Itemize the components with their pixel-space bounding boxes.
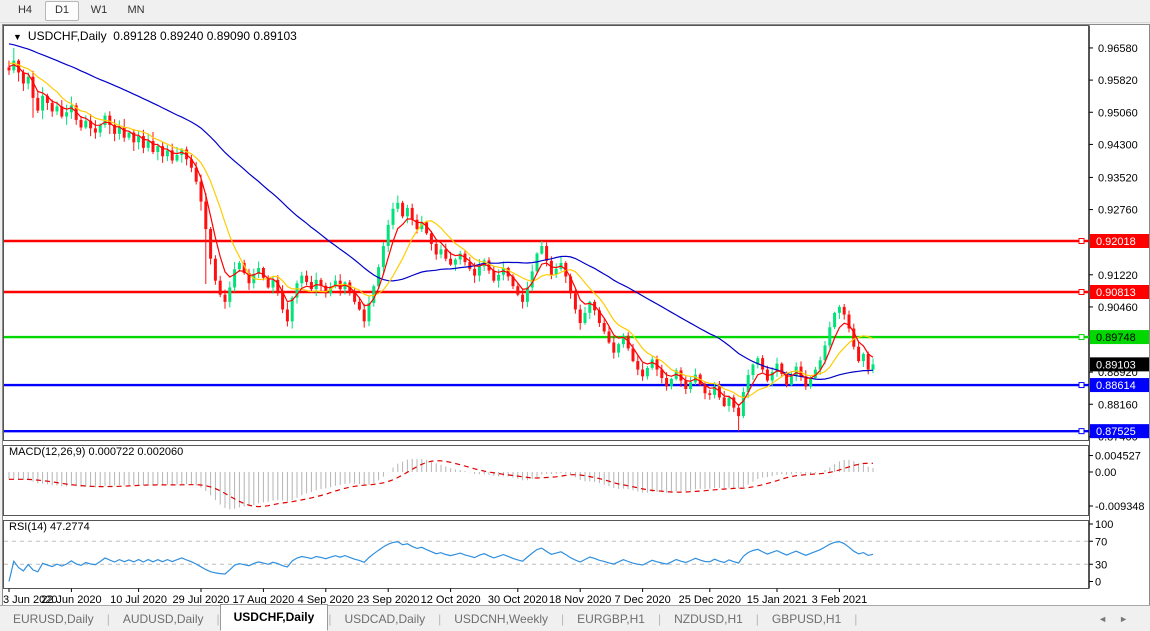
svg-text:23 Sep 2020: 23 Sep 2020 [357, 594, 419, 605]
timeframe-button-w1[interactable]: W1 [82, 1, 116, 21]
svg-text:0.95820: 0.95820 [1098, 75, 1138, 87]
level-handle[interactable] [1079, 335, 1084, 340]
macd-indicator-label: MACD(12,26,9) 0.000722 0.002060 [9, 446, 183, 458]
chart-tab-nzdusd[interactable]: NZDUSD,H1 [661, 607, 756, 631]
svg-text:15 Jan 2021: 15 Jan 2021 [747, 594, 808, 605]
level-handle[interactable] [1079, 289, 1084, 294]
svg-text:0.93520: 0.93520 [1098, 172, 1138, 184]
rsi-indicator-label: RSI(14) 47.2774 [9, 521, 90, 533]
svg-text:0: 0 [1095, 577, 1101, 589]
mt4-window: H4D1W1MN 0.965800.958200.950600.943000.9… [0, 0, 1150, 631]
chart-tab-gbpusd[interactable]: GBPUSD,H1 [759, 607, 854, 631]
macd-layer [9, 459, 873, 509]
chart-menu-icon[interactable]: ▼ [13, 32, 22, 42]
price-pane-border [4, 26, 1089, 441]
svg-text:0.95060: 0.95060 [1098, 107, 1138, 119]
svg-text:25 Dec 2020: 25 Dec 2020 [679, 594, 741, 605]
svg-text:70: 70 [1095, 536, 1107, 548]
svg-text:0.88160: 0.88160 [1098, 399, 1138, 411]
svg-text:3 Feb 2021: 3 Feb 2021 [812, 594, 868, 605]
timeframe-button-mn[interactable]: MN [119, 1, 153, 21]
tab-separator: | [854, 612, 857, 626]
chart-tab-usdcnh[interactable]: USDCNH,Weekly [441, 607, 561, 631]
rsi-layer [4, 541, 1089, 581]
svg-text:0.00: 0.00 [1095, 467, 1116, 479]
timeframe-toolbar: H4D1W1MN [0, 0, 1150, 23]
svg-text:0.87525: 0.87525 [1096, 426, 1136, 438]
rsi-line [9, 542, 873, 582]
tab-scroll-arrows[interactable]: ◄► [1098, 614, 1140, 624]
chart-tab-usdcad[interactable]: USDCAD,Daily [331, 607, 438, 631]
svg-text:0.91220: 0.91220 [1098, 270, 1138, 282]
svg-text:0.92760: 0.92760 [1098, 205, 1138, 217]
chart-tab-eurusd[interactable]: EURUSD,Daily [0, 607, 107, 631]
horizontal-levels [4, 239, 1089, 434]
chart-quote-line: 0.89128 0.89240 0.89090 0.89103 [113, 29, 297, 43]
svg-text:0.004527: 0.004527 [1095, 451, 1141, 463]
rsi-pane-border [4, 521, 1089, 589]
svg-text:0.96580: 0.96580 [1098, 43, 1138, 55]
level-handle[interactable] [1079, 239, 1084, 244]
svg-text:0.88614: 0.88614 [1096, 380, 1136, 392]
chart-tab-audusd[interactable]: AUDUSD,Daily [110, 607, 217, 631]
timeframe-button-h4[interactable]: H4 [8, 1, 42, 21]
chart-tab-usdchf[interactable]: USDCHF,Daily [220, 604, 329, 631]
chart-tab-eurgbp[interactable]: EURGBP,H1 [564, 607, 658, 631]
svg-text:30: 30 [1095, 559, 1107, 571]
svg-text:0.94300: 0.94300 [1098, 139, 1138, 151]
candles-layer [8, 48, 875, 431]
timeframe-button-d1[interactable]: D1 [45, 1, 79, 21]
svg-text:0.90813: 0.90813 [1096, 287, 1136, 299]
svg-text:0.89103: 0.89103 [1096, 359, 1136, 371]
level-handle[interactable] [1079, 383, 1084, 388]
svg-text:30 Oct 2020: 30 Oct 2020 [488, 594, 548, 605]
svg-text:0.90460: 0.90460 [1098, 302, 1138, 314]
svg-text:7 Dec 2020: 7 Dec 2020 [614, 594, 670, 605]
svg-text:0.92018: 0.92018 [1096, 236, 1136, 248]
level-handle[interactable] [1079, 429, 1084, 434]
svg-text:12 Oct 2020: 12 Oct 2020 [421, 594, 481, 605]
chart-tab-bar: EURUSD,Daily|AUDUSD,Daily|USDCHF,Daily|U… [0, 605, 1150, 631]
price-axis: 0.96580 0.95820 0.95060 0.94300 0.93520 0.927… [1089, 43, 1149, 443]
ma-fast-line [9, 65, 873, 406]
chart-symbol-label: USDCHF,Daily [28, 29, 107, 43]
svg-text:22 Jun 2020: 22 Jun 2020 [41, 594, 102, 605]
price-chart-canvas[interactable]: 0.96580 0.95820 0.95060 0.94300 0.93520 0.927… [3, 25, 1149, 605]
chart-title: ▼ USDCHF,Daily 0.89128 0.89240 0.89090 0.… [13, 29, 297, 43]
moving-averages-layer [9, 44, 873, 406]
svg-text:0.89748: 0.89748 [1096, 332, 1136, 344]
date-axis: 3 Jun 202022 Jun 202010 Jul 202029 Jul 2… [3, 589, 867, 606]
svg-text:-0.009348: -0.009348 [1095, 501, 1145, 513]
svg-text:100: 100 [1095, 519, 1113, 531]
svg-text:10 Jul 2020: 10 Jul 2020 [110, 594, 167, 605]
ma-mid-line [9, 63, 873, 398]
svg-text:18 Nov 2020: 18 Nov 2020 [549, 594, 611, 605]
ma-slow-line [9, 44, 873, 380]
chart-window: 0.96580 0.95820 0.95060 0.94300 0.93520 0.927… [2, 24, 1150, 606]
